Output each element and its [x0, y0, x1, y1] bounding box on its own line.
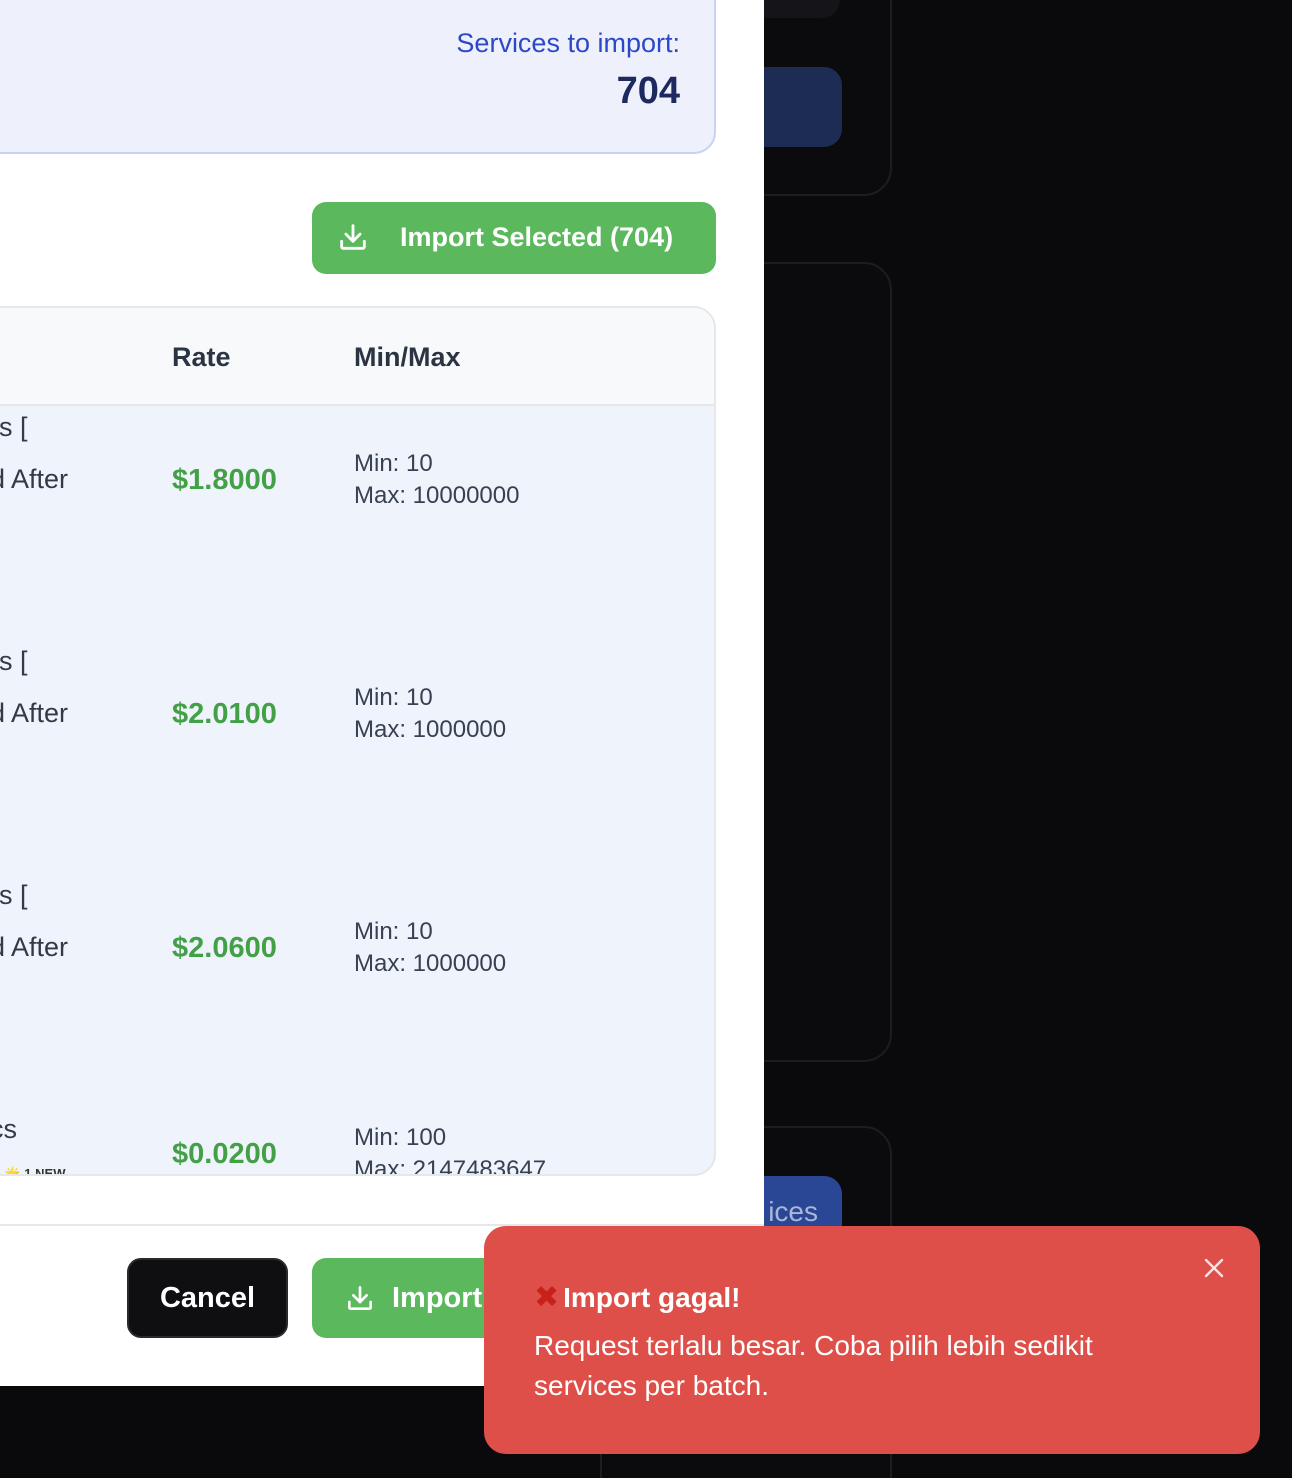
services-to-import-count: 704 — [616, 70, 680, 112]
table-row[interactable]: cs ✦ 🌟 1 NEW $0.0200 Min: 100 Max: 21474… — [0, 1114, 714, 1176]
max-value: Max: 10000000 — [354, 482, 520, 509]
service-name-line: cs — [0, 1114, 17, 1144]
min-value: Min: 10 — [354, 684, 433, 711]
max-value: Max: 1000000 — [354, 950, 507, 977]
toast-title-text: Import gagal! — [563, 1282, 741, 1313]
download-icon — [348, 1286, 372, 1310]
max-value: Max: 1000000 — [354, 716, 507, 743]
import-selected-label: Import Selected (704) — [400, 222, 674, 252]
background-services-label: ices — [768, 1196, 818, 1227]
column-header-min-max: Min/Max — [354, 342, 461, 372]
max-value: Max: 2147483647 — [354, 1156, 547, 1176]
min-value: Min: 100 — [354, 1124, 447, 1151]
rate-value: $0.0200 — [172, 1138, 277, 1170]
close-icon[interactable] — [1198, 1252, 1230, 1284]
cancel-button[interactable]: Cancel — [127, 1258, 288, 1338]
rate-value: $1.8000 — [172, 464, 277, 496]
service-name-line: d After — [0, 464, 69, 494]
error-toast: ✖ Import gagal! Request terlalu besar. Co… — [484, 1226, 1260, 1454]
import-modal: Services to import: 704 Import Selected … — [0, 0, 764, 1386]
column-header-rate: Rate — [172, 342, 231, 372]
table-row[interactable]: rs [ d After $2.0100 Min: 10 Max: 100000… — [0, 646, 714, 880]
service-name-line: rs [ — [0, 880, 28, 910]
min-value: Min: 10 — [354, 918, 433, 945]
service-name-line: d After — [0, 698, 69, 728]
import-selected-button[interactable]: Import Selected (704) — [312, 202, 716, 274]
table-header: Rate Min/Max — [0, 308, 714, 406]
rate-value: $2.0600 — [172, 932, 277, 964]
toast-message: Request terlalu besar. Coba pilih lebih … — [534, 1330, 1093, 1401]
cross-mark-icon: ✖ — [534, 1281, 560, 1314]
table-row[interactable]: rs [ d After $1.8000 Min: 10 Max: 100000… — [0, 412, 714, 646]
services-table: Rate Min/Max rs [ d After $1.8000 Min: 1… — [0, 306, 716, 1176]
service-name-line: d After — [0, 932, 69, 962]
import-summary: Services to import: 704 — [0, 0, 716, 154]
service-name-line: rs [ — [0, 412, 28, 442]
service-badges: ✦ 🌟 1 NEW — [0, 1166, 66, 1176]
rate-value: $2.0100 — [172, 698, 277, 730]
toast-title: ✖ Import gagal! — [534, 1280, 740, 1315]
service-name-line: rs [ — [0, 646, 28, 676]
download-icon — [340, 224, 366, 250]
import-button-label: Import — [392, 1282, 483, 1314]
table-row[interactable]: rs [ d After $2.0600 Min: 10 Max: 100000… — [0, 880, 714, 1114]
services-to-import-label: Services to import: — [456, 28, 680, 58]
min-value: Min: 10 — [354, 450, 433, 477]
